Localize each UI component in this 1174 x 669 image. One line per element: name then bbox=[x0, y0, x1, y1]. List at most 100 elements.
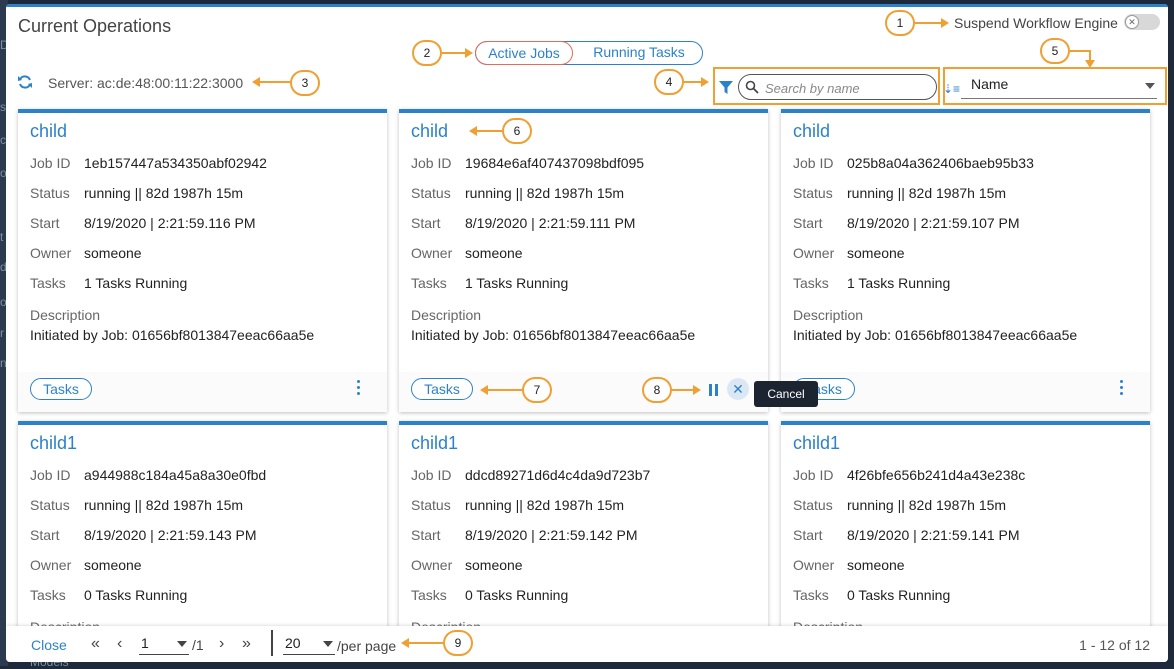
status-value: running || 82d 1987h 15m bbox=[84, 497, 244, 513]
filter-icon[interactable] bbox=[719, 81, 733, 95]
callout-3: 3 bbox=[290, 70, 320, 96]
cancel-icon[interactable]: ✕ bbox=[727, 378, 749, 400]
status-label: Status bbox=[793, 497, 833, 513]
callout-arrowhead bbox=[1085, 60, 1095, 68]
job-name[interactable]: child1 bbox=[411, 433, 458, 454]
per-page-select[interactable]: 20 bbox=[283, 634, 335, 655]
next-page-icon[interactable]: › bbox=[219, 635, 224, 653]
callout-arrowhead bbox=[252, 77, 260, 87]
callout-7: 7 bbox=[522, 377, 552, 403]
tasks-value: 1 Tasks Running bbox=[465, 275, 569, 291]
description-label: Description bbox=[30, 307, 101, 323]
suspend-workflow-toggle[interactable]: ✕ bbox=[1124, 14, 1160, 30]
close-button[interactable]: Close bbox=[31, 637, 67, 653]
job-id-value: 19684e6af407437098bdf095 bbox=[465, 155, 645, 171]
owner-value: someone bbox=[84, 245, 142, 261]
callout-arrow bbox=[260, 81, 290, 83]
description-value: Initiated by Job: 01656bf8013847eeac66aa… bbox=[411, 327, 696, 343]
first-page-icon[interactable]: « bbox=[91, 635, 100, 653]
tasks-label: Tasks bbox=[793, 587, 829, 603]
callout-arrowhead bbox=[941, 18, 949, 28]
description-label: Description bbox=[411, 307, 482, 323]
sort-by-select[interactable]: Name bbox=[961, 74, 1157, 99]
more-vertical-icon[interactable] bbox=[1120, 380, 1124, 396]
callout-arrow bbox=[409, 642, 443, 644]
search-input[interactable] bbox=[763, 77, 932, 99]
description-value: Initiated by Job: 01656bf8013847eeac66aa… bbox=[793, 327, 1078, 343]
per-page-label: /per page bbox=[337, 638, 397, 654]
pagination-footer: Close « ‹ 1 /1 › » 20 /per page 1 - 12 o… bbox=[6, 626, 1168, 662]
callout-8: 8 bbox=[642, 377, 672, 403]
page-number-select[interactable]: 1 bbox=[139, 634, 189, 655]
job-name[interactable]: child bbox=[793, 121, 830, 142]
owner-label: Owner bbox=[793, 557, 835, 573]
status-label: Status bbox=[411, 185, 451, 201]
description-label: Description bbox=[793, 307, 864, 323]
job-id-value: 025b8a04a362406baeb95b33 bbox=[847, 155, 1034, 171]
page-number-value: 1 bbox=[141, 635, 149, 651]
tab-running-tasks[interactable]: Running Tasks bbox=[576, 41, 702, 65]
owner-label: Owner bbox=[411, 245, 453, 261]
start-value: 8/19/2020 | 2:21:59.111 PM bbox=[465, 215, 636, 231]
current-operations-dialog: Current Operations Suspend Workflow Engi… bbox=[6, 4, 1168, 662]
callout-arrow bbox=[477, 130, 502, 132]
chevron-down-icon bbox=[177, 641, 187, 647]
job-id-value: ddcd89271d6d4c4da9d723b7 bbox=[465, 467, 651, 483]
callout-arrow bbox=[672, 389, 694, 391]
start-value: 8/19/2020 | 2:21:59.141 PM bbox=[847, 527, 1020, 543]
owner-value: someone bbox=[847, 557, 905, 573]
jobs-tasks-segmented-control: Active Jobs Running Tasks bbox=[475, 41, 703, 65]
prev-page-icon[interactable]: ‹ bbox=[117, 635, 122, 653]
status-label: Status bbox=[30, 185, 70, 201]
callout-arrowhead bbox=[693, 385, 701, 395]
job-id-label: Job ID bbox=[793, 155, 834, 171]
tasks-button[interactable]: Tasks bbox=[411, 378, 473, 400]
search-field bbox=[738, 74, 937, 100]
start-label: Start bbox=[30, 527, 60, 543]
refresh-icon[interactable] bbox=[17, 74, 33, 90]
job-id-value: a944988c184a45a8a30e0fbd bbox=[84, 467, 267, 483]
start-value: 8/19/2020 | 2:21:59.116 PM bbox=[84, 215, 256, 231]
last-page-icon[interactable]: » bbox=[242, 635, 251, 653]
dialog-title: Current Operations bbox=[18, 16, 172, 36]
job-name[interactable]: child1 bbox=[30, 433, 77, 454]
callout-arrow bbox=[684, 81, 702, 83]
job-id-label: Job ID bbox=[30, 155, 71, 171]
callout-arrow bbox=[915, 22, 943, 24]
page-total: /1 bbox=[192, 637, 204, 653]
job-id-value: 1eb157447a534350abf02942 bbox=[84, 155, 267, 171]
footer-divider bbox=[271, 630, 273, 656]
chevron-down-icon bbox=[1145, 83, 1155, 89]
status-value: running || 82d 1987h 15m bbox=[847, 185, 1007, 201]
job-name[interactable]: child bbox=[30, 121, 67, 142]
tasks-button[interactable]: Tasks bbox=[30, 378, 92, 400]
callout-arrowhead bbox=[401, 638, 409, 648]
job-name[interactable]: child1 bbox=[793, 433, 840, 454]
start-label: Start bbox=[30, 215, 60, 231]
background-text: t bbox=[0, 230, 4, 244]
search-icon bbox=[745, 80, 759, 94]
tasks-label: Tasks bbox=[793, 275, 829, 291]
chevron-down-icon bbox=[323, 641, 333, 647]
status-value: running || 82d 1987h 15m bbox=[465, 185, 625, 201]
start-value: 8/19/2020 | 2:21:59.142 PM bbox=[465, 527, 638, 543]
callout-arrowhead bbox=[480, 385, 488, 395]
tab-active-jobs[interactable]: Active Jobs bbox=[475, 41, 573, 65]
pause-icon[interactable] bbox=[709, 384, 719, 396]
callout-arrowhead bbox=[701, 77, 709, 87]
sort-icon[interactable]: ⇣≡ bbox=[943, 82, 960, 96]
more-vertical-icon[interactable] bbox=[357, 380, 361, 396]
start-value: 8/19/2020 | 2:21:59.143 PM bbox=[84, 527, 257, 543]
job-card: child Job ID 1eb157447a534350abf02942 St… bbox=[18, 109, 387, 412]
job-name[interactable]: child bbox=[411, 121, 448, 142]
tasks-value: 0 Tasks Running bbox=[847, 587, 951, 603]
job-id-label: Job ID bbox=[30, 467, 71, 483]
owner-value: someone bbox=[465, 557, 523, 573]
card-footer: Tasks bbox=[781, 372, 1150, 412]
callout-arrow bbox=[1070, 50, 1091, 52]
owner-label: Owner bbox=[411, 557, 453, 573]
callout-arrowhead bbox=[469, 126, 477, 136]
tasks-label: Tasks bbox=[411, 275, 447, 291]
tasks-value: 1 Tasks Running bbox=[847, 275, 951, 291]
owner-label: Owner bbox=[30, 557, 72, 573]
